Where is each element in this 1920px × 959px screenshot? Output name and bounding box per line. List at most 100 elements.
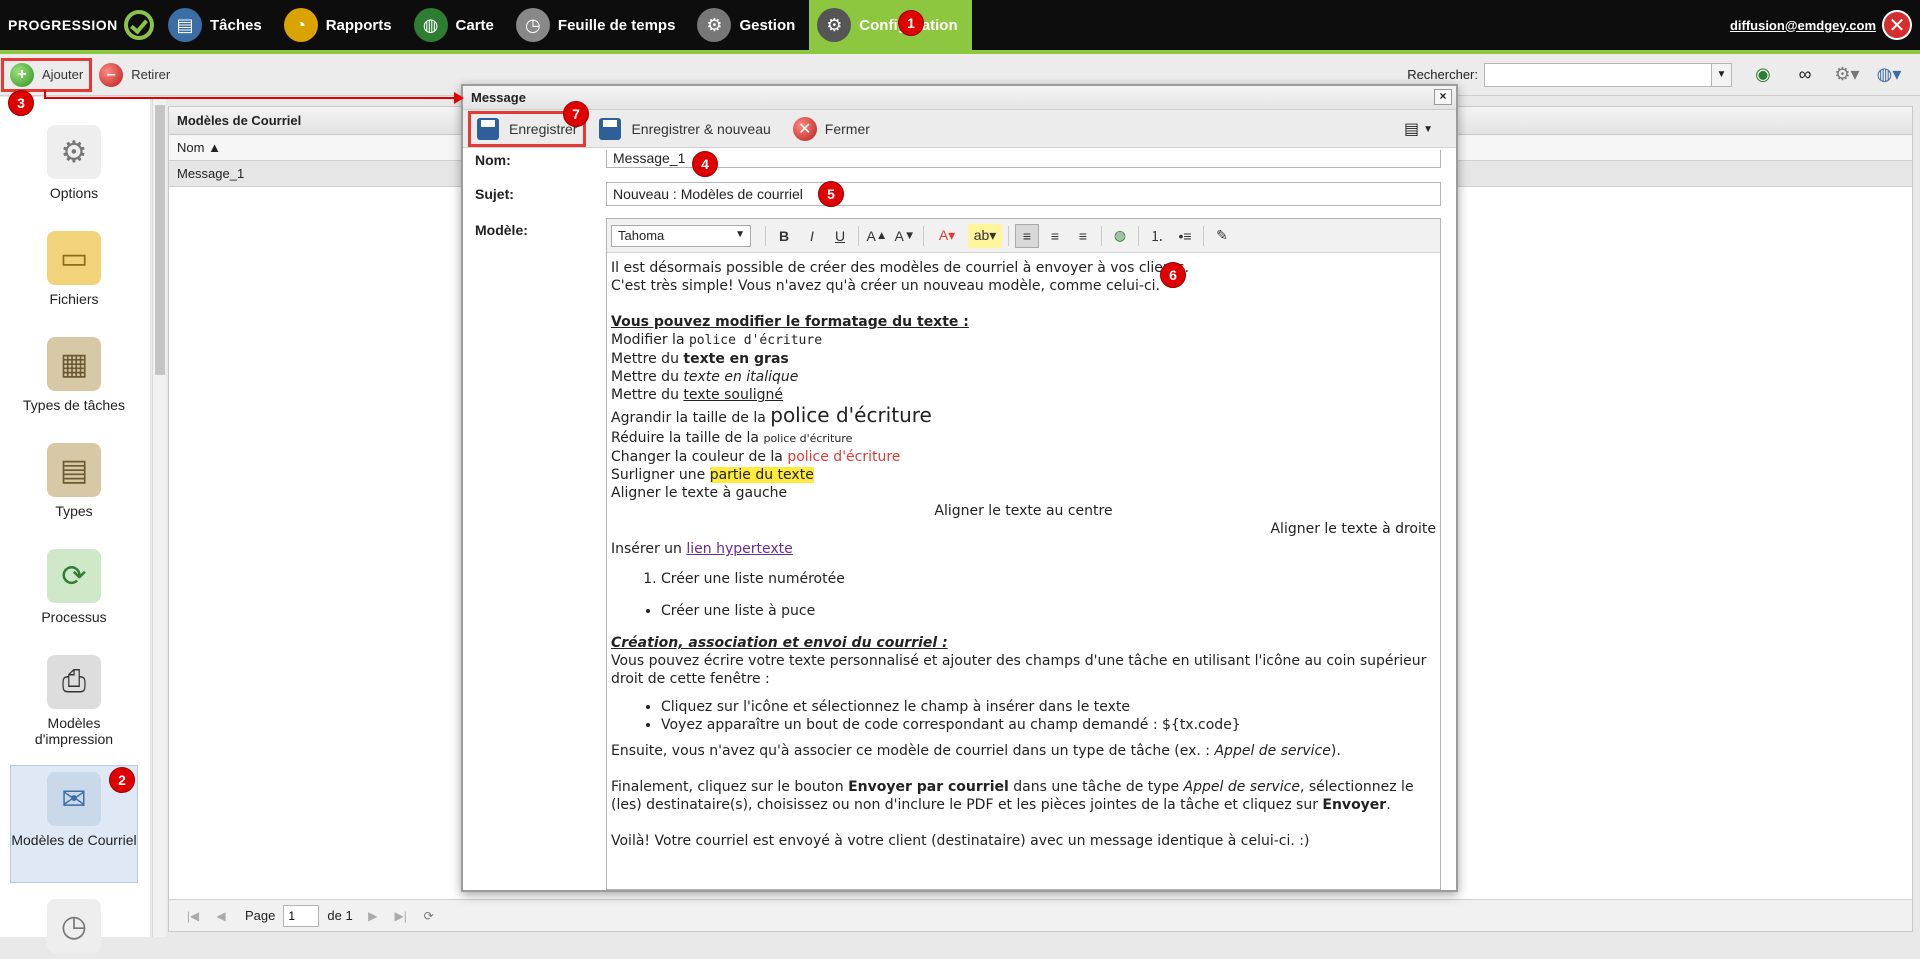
page-input[interactable] bbox=[283, 904, 320, 927]
config-gears-icon: ⚙ bbox=[817, 8, 852, 42]
world-settings-icon[interactable]: ◍▾ bbox=[1874, 60, 1904, 90]
search-input[interactable] bbox=[1484, 62, 1712, 87]
sidebar-item-types-de-taches[interactable]: ▦ Types de tâches bbox=[10, 337, 138, 413]
align-left-icon[interactable]: ≡ bbox=[1015, 223, 1039, 248]
editor-line: Voilà! Votre courriel est envoyé à votre… bbox=[611, 833, 1310, 849]
bullet-list-icon[interactable]: •≡ bbox=[1173, 224, 1197, 248]
text-run: Envoyer par courriel bbox=[848, 779, 1009, 795]
search-dropdown-button[interactable]: ▼ bbox=[1712, 62, 1732, 87]
search-label: Rechercher: bbox=[1407, 67, 1478, 82]
plus-icon: + bbox=[10, 62, 34, 87]
shrink-font-icon[interactable]: A ▼ bbox=[893, 224, 917, 248]
grow-font-icon[interactable]: A ▲ bbox=[865, 224, 889, 248]
bullet-list: Cliquez sur l'icône et sélectionnez le c… bbox=[611, 698, 1436, 734]
scrollbar-thumb[interactable] bbox=[155, 105, 165, 375]
text-run: texte souligné bbox=[683, 387, 783, 403]
nav-feuille-de-temps[interactable]: ◷ Feuille de temps bbox=[508, 0, 690, 50]
text-run: Envoyer bbox=[1322, 797, 1387, 813]
editor-line: Agrandir la taille de la police d'écritu… bbox=[611, 404, 1436, 429]
email-template-icon: ✉ bbox=[47, 772, 101, 826]
save-and-new-button[interactable]: Enregistrer & nouveau bbox=[591, 112, 778, 146]
text-run: Mettre du bbox=[611, 369, 684, 385]
editor-line: Changer la couleur de la police d'écritu… bbox=[611, 448, 1436, 466]
name-field[interactable]: Message_1 bbox=[606, 150, 1441, 168]
callout-badge-2: 2 bbox=[109, 767, 135, 793]
numbered-list-icon[interactable]: ⒈ bbox=[1145, 224, 1169, 248]
editor-line: Finalement, cliquez sur le bouton Envoye… bbox=[611, 778, 1436, 814]
sidebar-item-more[interactable]: ◷ bbox=[10, 899, 138, 959]
sidebar-item-label: Fichiers bbox=[49, 291, 99, 307]
list-item: Créer une liste numérotée bbox=[661, 570, 1436, 588]
refresh-icon[interactable]: ⟳ bbox=[421, 908, 437, 924]
underline-icon[interactable]: U bbox=[828, 224, 852, 248]
nav-gestion[interactable]: ⚙ Gestion bbox=[689, 0, 809, 50]
first-page-icon[interactable]: |◀ bbox=[185, 908, 201, 924]
sidebar-item-processus[interactable]: ⟳ Processus bbox=[10, 549, 138, 625]
brand-name: PROGRESSION bbox=[8, 17, 118, 33]
italic-icon[interactable]: I bbox=[800, 224, 824, 248]
callout-badge-4: 4 bbox=[692, 151, 718, 177]
nav-configuration[interactable]: ⚙ Configuration bbox=[809, 0, 972, 50]
sidebar-item-label: Types de tâches bbox=[23, 397, 125, 413]
config-sidebar: ⚙ Options ▭ Fichiers ▦ Types de tâches ▤… bbox=[0, 97, 150, 953]
next-page-icon[interactable]: ▶ bbox=[365, 908, 381, 924]
reports-icon: ◔ bbox=[283, 8, 318, 42]
minus-icon: – bbox=[99, 62, 124, 87]
editor-content[interactable]: Il est désormais possible de créer des m… bbox=[607, 253, 1440, 889]
prev-page-icon[interactable]: ◀ bbox=[213, 908, 229, 924]
hyperlink-icon[interactable]: ◍ bbox=[1108, 224, 1132, 248]
brand-logo[interactable]: PROGRESSION bbox=[0, 0, 160, 50]
align-center-icon[interactable]: ≡ bbox=[1043, 224, 1067, 248]
sidebar-item-label: Modèles d'impression bbox=[34, 715, 114, 747]
list-item: Cliquez sur l'icône et sélectionnez le c… bbox=[661, 698, 1436, 716]
dialog-close-icon[interactable]: × bbox=[1434, 89, 1452, 105]
text-run: . bbox=[1386, 797, 1391, 813]
highlight-color-icon[interactable]: ab▾ bbox=[968, 223, 1002, 248]
last-page-icon[interactable]: ▶| bbox=[393, 908, 409, 924]
insert-field-button[interactable]: ▤ ▼ bbox=[1404, 118, 1444, 140]
editor-line: Aligner le texte au centre bbox=[934, 503, 1113, 519]
remove-button[interactable]: – Retirer bbox=[91, 59, 178, 91]
callout-badge-3: 3 bbox=[8, 90, 34, 116]
text-run: Surligner une bbox=[611, 467, 710, 483]
editor-toolbar: Tahoma ▼ B I U A ▲ A ▼ A▾ ab▾ ≡ ≡ ≡ ◍ ⒈ •≡… bbox=[607, 219, 1440, 253]
source-edit-icon[interactable]: ✎ bbox=[1210, 224, 1234, 248]
sidebar-item-options[interactable]: ⚙ Options bbox=[10, 125, 138, 201]
binoculars-icon[interactable]: ∞ bbox=[1790, 60, 1820, 90]
subject-field[interactable]: Nouveau : Modèles de courriel bbox=[606, 182, 1441, 206]
rich-text-editor[interactable]: Tahoma ▼ B I U A ▲ A ▼ A▾ ab▾ ≡ ≡ ≡ ◍ ⒈ •≡… bbox=[606, 218, 1441, 890]
align-right-icon[interactable]: ≡ bbox=[1071, 224, 1095, 248]
callout-badge-5: 5 bbox=[818, 181, 844, 207]
add-button-label: Ajouter bbox=[42, 67, 84, 82]
sidebar-item-fichiers[interactable]: ▭ Fichiers bbox=[10, 231, 138, 307]
toolbar-divider bbox=[1101, 225, 1102, 246]
text-run: Agrandir la taille de la bbox=[611, 410, 771, 426]
add-button[interactable]: + Ajouter bbox=[0, 57, 93, 92]
logout-icon[interactable]: ✕ bbox=[1882, 10, 1912, 40]
editor-line: Mettre du texte en italique bbox=[611, 368, 1436, 386]
nav-taches[interactable]: ▤ Tâches bbox=[160, 0, 276, 50]
nav-taches-label: Tâches bbox=[210, 16, 262, 34]
callout-arrow bbox=[44, 92, 464, 104]
refresh-globe-icon[interactable]: ◉ bbox=[1748, 60, 1778, 90]
hyperlink[interactable]: lien hypertexte bbox=[686, 541, 792, 557]
editor-line: Mettre du texte souligné bbox=[611, 386, 1436, 404]
tasks-icon: ▤ bbox=[168, 8, 202, 42]
sidebar-scrollbar[interactable] bbox=[152, 97, 166, 937]
settings-gear-icon[interactable]: ⚙▾ bbox=[1832, 60, 1862, 90]
sidebar-item-modeles-impression[interactable]: ⎙ Modèles d'impression bbox=[10, 655, 138, 747]
nav-rapports[interactable]: ◔ Rapports bbox=[276, 0, 406, 50]
close-dialog-button[interactable]: ✕ Fermer bbox=[785, 112, 878, 146]
font-family-select[interactable]: Tahoma ▼ bbox=[611, 224, 751, 247]
user-email-link[interactable]: diffusion@emdgey.com bbox=[1730, 18, 1876, 33]
font-family-value: Tahoma bbox=[618, 227, 665, 243]
nav-carte[interactable]: ◍ Carte bbox=[406, 0, 508, 50]
template-label: Modèle: bbox=[475, 222, 528, 238]
text-run: Appel de service bbox=[1183, 779, 1300, 795]
font-color-icon[interactable]: A▾ bbox=[930, 224, 964, 248]
list-item: Voyez apparaître un bout de code corresp… bbox=[661, 716, 1436, 734]
insert-field-icon: ▤ bbox=[1404, 121, 1420, 138]
sidebar-item-types[interactable]: ▤ Types bbox=[10, 443, 138, 519]
editor-line: Ensuite, vous n'avez qu'à associer ce mo… bbox=[611, 742, 1436, 760]
bold-icon[interactable]: B bbox=[772, 224, 796, 248]
